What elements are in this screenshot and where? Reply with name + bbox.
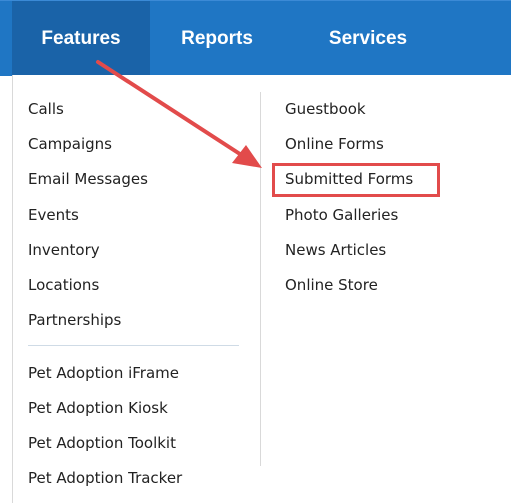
menu-group-separator bbox=[28, 345, 239, 346]
menu-item-pet-adoption-kiosk[interactable]: Pet Adoption Kiosk bbox=[28, 399, 168, 417]
tab-features[interactable]: Features bbox=[12, 1, 150, 76]
menu-item-news-articles[interactable]: News Articles bbox=[285, 241, 386, 259]
menu-item-inventory[interactable]: Inventory bbox=[28, 241, 100, 259]
menu-item-locations[interactable]: Locations bbox=[28, 276, 99, 294]
menu-item-partnerships[interactable]: Partnerships bbox=[28, 311, 121, 329]
column-divider bbox=[260, 92, 261, 466]
highlight-box bbox=[272, 163, 440, 197]
menu-item-pet-adoption-toolkit[interactable]: Pet Adoption Toolkit bbox=[28, 434, 176, 452]
menu-item-guestbook[interactable]: Guestbook bbox=[285, 100, 366, 118]
menu-item-online-forms[interactable]: Online Forms bbox=[285, 135, 384, 153]
menu-item-pet-adoption-iframe[interactable]: Pet Adoption iFrame bbox=[28, 364, 179, 382]
menu-item-calls[interactable]: Calls bbox=[28, 100, 64, 118]
menu-item-photo-galleries[interactable]: Photo Galleries bbox=[285, 206, 398, 224]
menu-item-email-messages[interactable]: Email Messages bbox=[28, 170, 148, 188]
tab-reports[interactable]: Reports bbox=[150, 1, 284, 76]
tab-services[interactable]: Services bbox=[284, 1, 452, 76]
menu-item-online-store[interactable]: Online Store bbox=[285, 276, 378, 294]
menu-item-campaigns[interactable]: Campaigns bbox=[28, 135, 112, 153]
menu-item-events[interactable]: Events bbox=[28, 206, 79, 224]
top-navigation-bar: Features Reports Services bbox=[0, 0, 511, 76]
menu-item-pet-adoption-tracker[interactable]: Pet Adoption Tracker bbox=[28, 469, 182, 487]
